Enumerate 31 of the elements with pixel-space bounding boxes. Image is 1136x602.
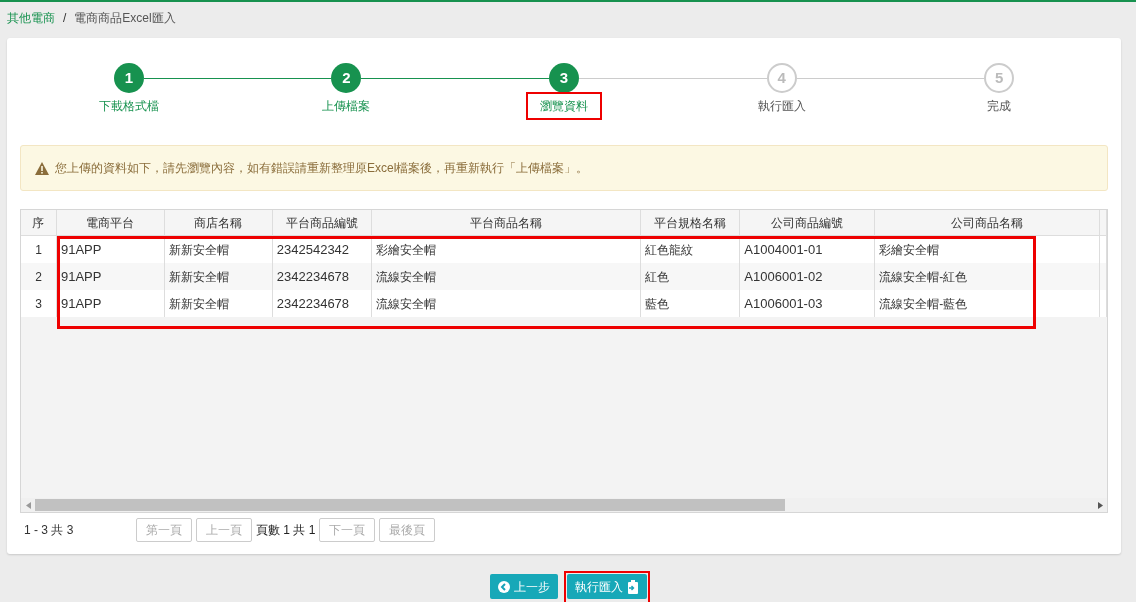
column-header[interactable]: 平台規格名稱	[641, 210, 741, 235]
column-header[interactable]: 電商平台	[56, 210, 165, 235]
page-info: 頁數 1 共 1	[256, 522, 316, 539]
scroll-left-icon[interactable]	[25, 501, 31, 509]
breadcrumb-current: 電商商品Excel匯入	[74, 10, 176, 27]
column-header[interactable]: 公司商品名稱	[875, 210, 1100, 235]
table-cell: 91APP	[56, 290, 165, 317]
table-cell: 藍色	[641, 290, 741, 317]
column-header[interactable]: 商店名稱	[164, 210, 273, 235]
column-header[interactable]: 平台商品編號	[272, 210, 372, 235]
column-header[interactable]: 序	[21, 210, 57, 235]
table-cell: 2342234678	[272, 290, 372, 317]
scroll-right-icon[interactable]	[1097, 501, 1103, 509]
table-cell: 新新安全帽	[164, 290, 273, 317]
warning-icon	[35, 161, 49, 175]
alert-message: 您上傳的資料如下，請先瀏覽內容，如有錯誤請重新整理原Excel檔案後，再重新執行「上傳檔案」。	[55, 160, 589, 177]
breadcrumb-link[interactable]: 其他電商	[7, 9, 55, 27]
step-label: 下載格式檔	[97, 98, 160, 115]
table-cell: A1006001-03	[740, 290, 876, 317]
record-count: 1 - 3 共 3	[23, 522, 75, 539]
table-cell: 3	[21, 290, 57, 317]
step-label: 執行匯入	[756, 98, 807, 115]
clipboard-icon	[626, 579, 639, 594]
table-cell: 流線安全帽	[371, 290, 642, 317]
chevron-left-icon	[497, 580, 510, 593]
step-label: 上傳檔案	[321, 98, 372, 115]
table-cell: 流線安全帽-藍色	[875, 290, 1100, 317]
step-label: 完成	[986, 98, 1013, 115]
column-header[interactable]: 公司商品編號	[740, 210, 876, 235]
column-header[interactable]: 平台商品名稱	[371, 210, 642, 235]
breadcrumb-separator: /	[63, 10, 67, 27]
